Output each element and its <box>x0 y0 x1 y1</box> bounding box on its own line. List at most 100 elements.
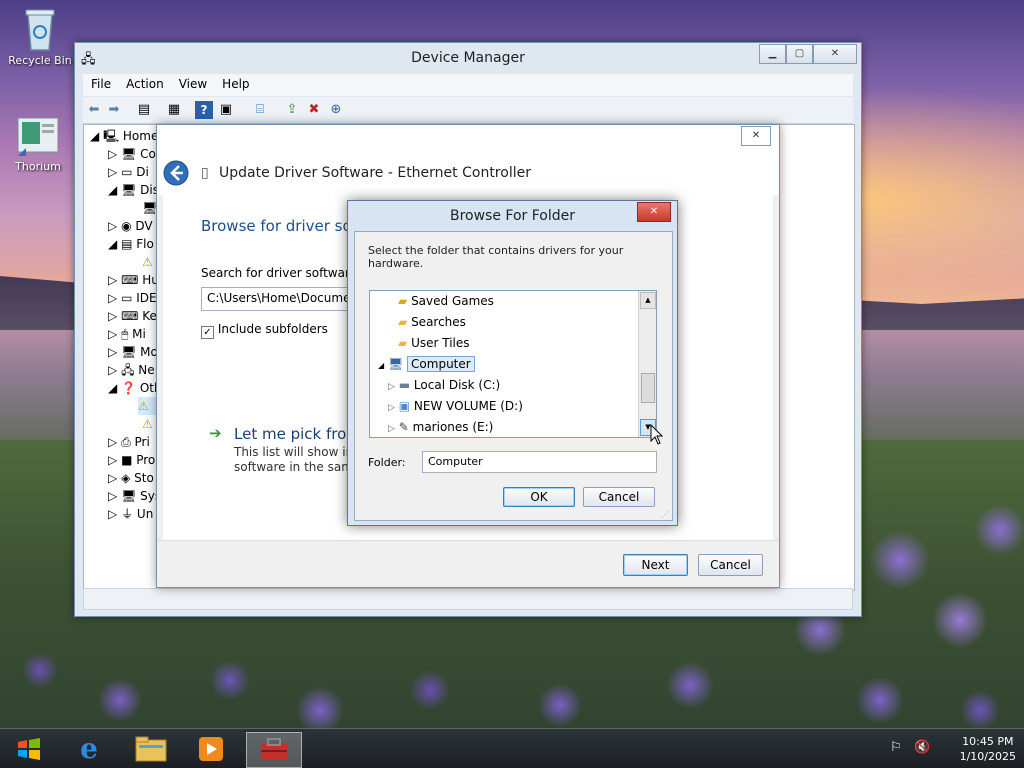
expander-icon[interactable]: ◢ <box>108 381 117 395</box>
expander-icon[interactable]: ◢ <box>378 361 384 370</box>
scroll-thumb[interactable] <box>641 373 655 403</box>
tree-node-home[interactable]: ◢ 🖳 Home <box>90 127 158 145</box>
tree-item-new-volume[interactable]: ▷ ▣ NEW VOLUME (D:) <box>388 396 523 416</box>
vertical-scrollbar[interactable]: ▲ ▼ <box>638 291 656 437</box>
expander-icon[interactable]: ◢ <box>90 129 99 143</box>
expander-icon[interactable]: ▷ <box>108 363 117 377</box>
tree-node[interactable]: ▷ 🖥 Sys <box>108 487 161 505</box>
tree-child-other-device[interactable]: ⚠ <box>142 415 153 433</box>
properties-icon[interactable]: ▦ <box>165 101 183 119</box>
expander-icon[interactable]: ▷ <box>108 219 117 233</box>
tree-item-computer[interactable]: ◢ 🖥 Computer <box>378 354 475 374</box>
cancel-button[interactable]: Cancel <box>698 554 763 576</box>
tree-node[interactable]: ▷ 🖱 Mi <box>108 325 146 343</box>
warning-device-icon: ⚠ <box>142 417 153 431</box>
tree-node[interactable]: ◢ ❓ Oth <box>108 379 162 397</box>
scroll-up-arrow-icon[interactable]: ▲ <box>640 292 656 309</box>
next-button[interactable]: Next <box>623 554 688 576</box>
close-button[interactable]: ✕ <box>741 126 771 146</box>
desktop-icon-recycle-bin[interactable]: Recycle Bin <box>4 6 76 67</box>
tree-node[interactable]: ◢ 🖥 Dis <box>108 181 159 199</box>
expander-icon[interactable]: ▷ <box>108 165 117 179</box>
expander-icon[interactable]: ▷ <box>108 345 117 359</box>
expander-icon[interactable]: ▷ <box>108 291 117 305</box>
folder-input[interactable]: Computer <box>422 451 657 473</box>
network-tray-icon[interactable]: ⚐ <box>890 740 902 755</box>
desktop-icon-thorium[interactable]: Thorium <box>2 116 74 173</box>
cancel-button[interactable]: Cancel <box>583 487 655 507</box>
forward-arrow-icon[interactable]: ➡ <box>105 101 123 119</box>
expander-icon[interactable]: ▷ <box>108 147 117 161</box>
tree-node[interactable]: ▷ ▭ Di <box>108 163 149 181</box>
menu-help[interactable]: Help <box>214 74 256 91</box>
browse-for-folder-titlebar[interactable]: Browse For Folder ✕ <box>348 201 677 231</box>
menu-action[interactable]: Action <box>118 74 171 91</box>
warning-device-icon: ⚠ <box>138 399 149 413</box>
scan-hardware-icon[interactable]: ⌸ <box>251 101 269 119</box>
uninstall-icon[interactable]: ✖ <box>305 101 323 119</box>
expander-icon[interactable]: ▷ <box>108 453 117 467</box>
tree-node[interactable]: ▷ ◈ Sto <box>108 469 154 487</box>
close-button[interactable]: ✕ <box>637 202 671 222</box>
ok-button[interactable]: OK <box>503 487 575 507</box>
media-player-icon[interactable] <box>184 732 238 766</box>
monitor-icon: 🖥 <box>121 345 137 359</box>
tree-label: NEW VOLUME (D:) <box>413 399 523 413</box>
start-button[interactable] <box>2 732 56 766</box>
device-manager-task-icon[interactable] <box>246 732 302 768</box>
tree-node[interactable]: ◢ ▤ Flo <box>108 235 154 253</box>
clock[interactable]: 10:45 PM 1/10/2025 <box>960 734 1016 764</box>
tree-node[interactable]: ▷ ■ Pro <box>108 451 155 469</box>
expander-icon[interactable]: ▷ <box>388 382 395 392</box>
back-arrow-icon[interactable] <box>163 160 189 186</box>
tree-node[interactable]: ▷ 🖥 Mo <box>108 343 158 361</box>
tree-item-mariones[interactable]: ▷ ✎ mariones (E:) <box>388 417 493 437</box>
expander-icon[interactable]: ◢ <box>108 237 117 251</box>
tree-child-floppy[interactable]: ⚠ <box>142 253 153 271</box>
expander-icon[interactable]: ◢ <box>108 183 117 197</box>
pick-driver-link[interactable]: Let me pick from <box>234 425 361 443</box>
taskbar: e ⚐ 🔇 10:45 PM 1/10/2025 <box>0 728 1024 768</box>
expander-icon[interactable]: ▷ <box>108 327 117 341</box>
show-hide-console-tree-icon[interactable]: ▤ <box>135 101 153 119</box>
tree-node[interactable]: ▷ ⌨ Ke <box>108 307 157 325</box>
tree-node[interactable]: ▷ ⏚ Un <box>108 505 153 523</box>
menu-view[interactable]: View <box>171 74 214 91</box>
tree-node[interactable]: ▷ 🖧 Ne <box>108 361 155 379</box>
expander-icon[interactable]: ▷ <box>108 435 117 449</box>
device-manager-titlebar[interactable]: 🖧 Device Manager ▁ ▢ ✕ <box>75 43 861 73</box>
expander-icon[interactable]: ▷ <box>108 507 117 521</box>
expander-icon[interactable]: ▷ <box>108 273 117 287</box>
expander-icon[interactable]: ▷ <box>108 489 117 503</box>
include-subfolders-checkbox[interactable]: ✓ Include subfolders <box>201 322 328 339</box>
expander-icon[interactable]: ▷ <box>108 471 117 485</box>
action-pane-icon[interactable]: ▣ <box>217 101 235 119</box>
tree-node[interactable]: ▷ ⎙ Pri <box>108 433 150 451</box>
back-arrow-icon[interactable]: ⬅ <box>85 101 103 119</box>
help-icon[interactable]: ? <box>195 101 213 119</box>
expander-icon[interactable]: ▷ <box>108 309 117 323</box>
expander-icon[interactable]: ▷ <box>388 403 395 413</box>
driver-path-input[interactable]: C:\Users\Home\Document <box>201 287 368 311</box>
tree-node[interactable]: ▷ 🖥 Co <box>108 145 156 163</box>
resize-grip-icon[interactable]: ⋰ <box>661 510 669 519</box>
tree-item-local-disk[interactable]: ▷ ▬ Local Disk (C:) <box>388 375 500 395</box>
tree-node[interactable]: ▷ ▭ IDE <box>108 289 157 307</box>
enable-device-icon[interactable]: ⊕ <box>327 101 345 119</box>
expander-icon[interactable]: ▷ <box>388 424 395 434</box>
file-explorer-icon[interactable] <box>124 732 178 766</box>
tree-item-searches[interactable]: ▰ Searches <box>398 312 466 332</box>
internet-explorer-icon[interactable]: e <box>62 732 116 766</box>
minimize-button[interactable]: ▁ <box>759 44 786 64</box>
volume-muted-icon[interactable]: 🔇 <box>914 740 930 755</box>
close-button[interactable]: ✕ <box>813 44 857 64</box>
tree-item-saved-games[interactable]: ▰ Saved Games <box>398 291 494 311</box>
tree-child-display[interactable]: 🖥 <box>142 199 157 217</box>
tree-node[interactable]: ▷ ⌨ Hu <box>108 271 159 289</box>
update-driver-icon[interactable]: ⇪ <box>283 101 301 119</box>
maximize-button[interactable]: ▢ <box>786 44 813 64</box>
menu-file[interactable]: File <box>83 74 118 91</box>
tree-item-user-tiles[interactable]: ▰ User Tiles <box>398 333 470 353</box>
warning-device-icon: ⚠ <box>142 255 153 269</box>
tree-node[interactable]: ▷ ◉ DV <box>108 217 153 235</box>
